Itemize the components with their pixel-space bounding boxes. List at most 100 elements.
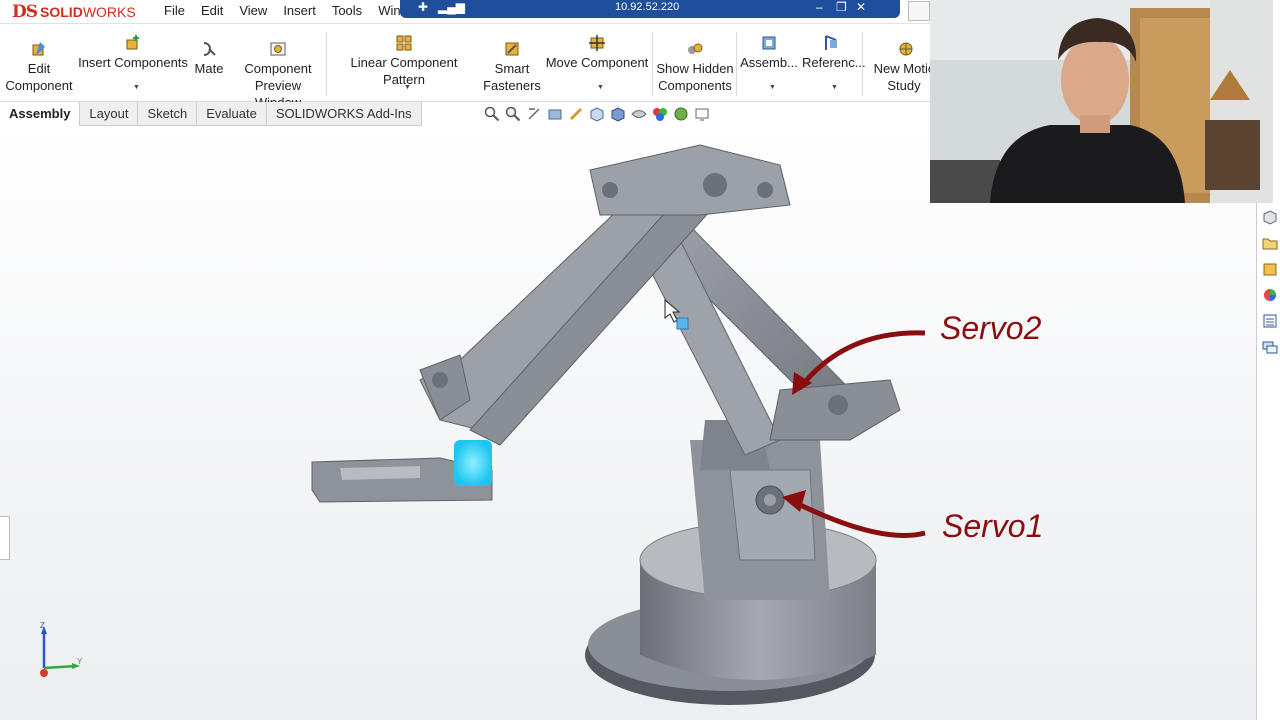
webcam-overlay <box>930 0 1273 203</box>
presenter-video <box>930 0 1273 203</box>
feature-manager-collapse-handle[interactable] <box>0 516 10 560</box>
edit-component-button[interactable]: Edit Component <box>2 24 76 102</box>
move-component-button[interactable]: Move Component ▼ <box>544 24 650 102</box>
previous-view-icon[interactable] <box>526 106 542 122</box>
zoom-to-fit-icon[interactable] <box>484 106 500 122</box>
menu-file[interactable]: File <box>156 0 193 24</box>
reference-geometry-dropdown-icon[interactable]: ▼ <box>831 79 838 96</box>
separator <box>862 32 863 96</box>
separator <box>326 32 327 96</box>
reference-geometry-button[interactable]: Referenc... ▼ <box>802 24 866 102</box>
edit-component-label: Edit Component <box>5 61 73 93</box>
reference-geometry-icon <box>825 35 837 50</box>
mate-label: Mate <box>194 61 224 76</box>
elbow-joint[interactable] <box>589 144 791 216</box>
search-files-icon[interactable] <box>908 1 930 21</box>
hide-show-items-icon[interactable] <box>631 106 647 122</box>
remote-ip: 10.92.52.220 <box>615 1 680 13</box>
smart-fasteners-icon <box>505 42 519 56</box>
edit-component-icon <box>32 42 45 56</box>
separator <box>652 32 653 96</box>
graphics-area[interactable]: Servo2 Servo1 <box>0 126 1256 720</box>
cursor-component-icon <box>676 317 689 330</box>
mate-icon <box>203 42 216 56</box>
new-motion-study-icon <box>899 42 913 56</box>
tab-solidworks-add-ins[interactable]: SOLIDWORKS Add-Ins <box>266 102 422 126</box>
tab-evaluate[interactable]: Evaluate <box>197 102 267 126</box>
menu-tools[interactable]: Tools <box>324 0 370 24</box>
ds-logo-mark: DS <box>12 2 38 22</box>
remote-connection-bar: ✚ ▂▄▆ 10.92.52.220 – ❐ ✕ <box>400 0 900 18</box>
section-view-icon[interactable] <box>547 106 563 122</box>
show-hidden-icon <box>688 43 703 54</box>
separator <box>736 32 737 96</box>
apply-scene-icon[interactable] <box>673 106 689 122</box>
reference-geometry-label: Referenc... <box>802 55 866 70</box>
insert-components-dropdown-icon[interactable]: ▼ <box>133 79 140 96</box>
edit-appearance-icon[interactable] <box>652 106 668 122</box>
servo2-label: Servo2 <box>940 310 1042 346</box>
insert-components-icon <box>126 35 139 50</box>
insert-components-label: Insert Components <box>78 55 188 70</box>
smart-fasteners-label: Smart Fasteners <box>483 61 541 93</box>
design-library-icon[interactable] <box>1262 235 1278 251</box>
selected-component-highlight[interactable] <box>454 440 492 486</box>
appearances-icon[interactable] <box>1262 287 1278 303</box>
tab-assembly[interactable]: Assembly <box>0 102 81 126</box>
display-style-icon[interactable] <box>610 106 626 122</box>
mate-button[interactable]: Mate <box>190 24 228 102</box>
z-axis-label: Z <box>40 621 45 630</box>
dynamic-annotation-icon[interactable] <box>568 106 584 122</box>
task-pane-tabs <box>1256 203 1280 720</box>
heads-up-view-toolbar <box>484 104 710 124</box>
solidworks-forum-icon[interactable] <box>1262 339 1278 355</box>
robot-arm-model[interactable] <box>0 126 1256 720</box>
tab-layout[interactable]: Layout <box>80 102 139 126</box>
menu-edit[interactable]: Edit <box>193 0 231 24</box>
show-hidden-components-button[interactable]: Show Hidden Components <box>654 24 736 102</box>
move-component-dropdown-icon[interactable]: ▼ <box>597 79 604 96</box>
linear-pattern-dropdown-icon[interactable]: ▼ <box>404 79 411 96</box>
component-preview-icon <box>270 42 286 56</box>
view-settings-icon[interactable] <box>694 106 710 122</box>
y-axis-label: Y <box>77 657 83 666</box>
insert-components-button[interactable]: Insert Components ▼ <box>78 24 188 102</box>
close-icon[interactable]: ✕ <box>856 0 866 14</box>
menu-insert[interactable]: Insert <box>275 0 324 24</box>
solidworks-logo[interactable]: DS SOLIDWORKS <box>12 2 136 22</box>
file-explorer-icon[interactable] <box>1262 261 1278 277</box>
new-motion-study-label: New Motic Study <box>873 61 930 93</box>
brand-bold: SOLID <box>40 4 83 20</box>
command-manager-tabs: Assembly Layout Sketch Evaluate SOLIDWOR… <box>0 102 422 126</box>
brand-name: SOLIDWORKS <box>40 4 136 20</box>
y-axis <box>43 664 77 670</box>
assembly-features-icon <box>762 36 776 50</box>
pin-icon[interactable]: ✚ <box>418 0 428 14</box>
assembly-features-button[interactable]: Assemb... ▼ <box>738 24 800 102</box>
solidworks-window: DS SOLIDWORKS File Edit View Insert Tool… <box>0 0 1280 720</box>
assembly-features-dropdown-icon[interactable]: ▼ <box>769 79 776 96</box>
component-preview-button[interactable]: Component Preview Window <box>232 24 324 110</box>
reference-triad: Z Y <box>40 621 83 677</box>
solidworks-resources-icon[interactable] <box>1262 209 1278 225</box>
signal-icon: ▂▄▆ <box>438 0 465 14</box>
smart-fasteners-button[interactable]: Smart Fasteners <box>482 24 542 102</box>
menu-bar: File Edit View Insert Tools Window <box>156 0 432 24</box>
x-axis <box>40 669 48 677</box>
menu-view[interactable]: View <box>231 0 275 24</box>
minimize-icon[interactable]: – <box>816 0 823 14</box>
title-bar: DS SOLIDWORKS File Edit View Insert Tool… <box>0 0 930 24</box>
servo1-label: Servo1 <box>942 508 1044 544</box>
assembly-features-label: Assemb... <box>740 55 798 70</box>
linear-pattern-button[interactable]: Linear Component Pattern ▼ <box>330 24 478 102</box>
move-component-label: Move Component <box>545 55 649 70</box>
brand-thin: WORKS <box>82 4 136 20</box>
custom-properties-icon[interactable] <box>1262 313 1278 329</box>
new-motion-study-button[interactable]: New Motic Study <box>866 24 930 102</box>
restore-icon[interactable]: ❐ <box>836 0 847 14</box>
zoom-to-area-icon[interactable] <box>505 106 521 122</box>
show-hidden-label: Show Hidden Components <box>656 61 734 93</box>
command-manager: Edit Component Insert Components ▼ Mate … <box>0 24 930 110</box>
view-orientation-icon[interactable] <box>589 106 605 122</box>
tab-sketch[interactable]: Sketch <box>138 102 198 126</box>
